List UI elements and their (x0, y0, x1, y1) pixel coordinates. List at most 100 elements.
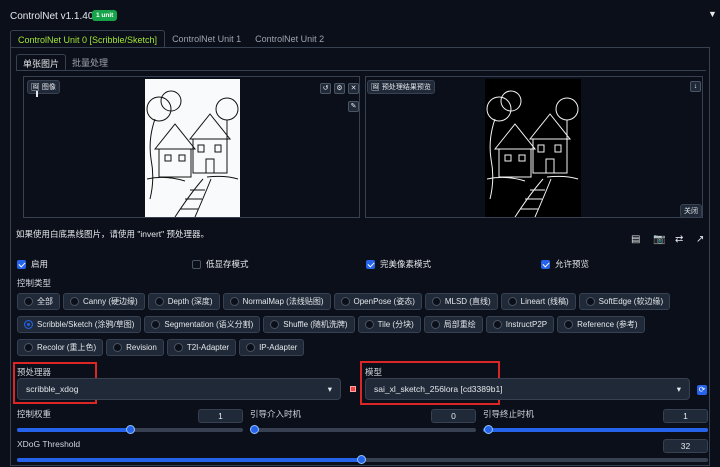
image-mode-tabs: 单张图片 批量处理 (16, 54, 114, 70)
guidance-start-input[interactable]: 0 (431, 409, 476, 423)
radio-t2i-adapter[interactable]: T2I-Adapter (166, 339, 237, 356)
radio-instructp2p[interactable]: InstructP2P (485, 316, 555, 333)
radio-softedge[interactable]: SoftEdge (软边缘) (578, 293, 671, 310)
radio-all[interactable]: 全部 (17, 293, 60, 310)
checkbox-checked[interactable] (17, 259, 26, 269)
xdog-threshold-input[interactable]: 32 (663, 439, 708, 453)
preprocessor-value: scribble_xdog (26, 384, 79, 394)
tab-unit-2[interactable]: ControlNet Unit 2 (248, 30, 331, 48)
radio-ip-adapter[interactable]: IP-Adapter (239, 339, 305, 356)
radio-dot[interactable] (113, 343, 123, 352)
radio-dot[interactable] (151, 320, 161, 329)
radio-dot[interactable] (24, 343, 33, 352)
brush-icon[interactable]: ✎ (348, 101, 359, 112)
controlnet-title: ControlNet v1.1.406 (10, 11, 99, 22)
radio-dot[interactable] (564, 320, 574, 329)
xdog-threshold-handle[interactable] (357, 455, 366, 464)
arrow-icon[interactable]: ↗ (696, 234, 704, 245)
preview-image-area: 🖼 预处理结果预览 ↓ 关闭 (365, 76, 703, 218)
radio-dot-selected[interactable] (24, 320, 33, 329)
explosion-icon[interactable] (350, 386, 356, 392)
radio-dot[interactable] (364, 320, 374, 329)
checkbox-unchecked[interactable] (192, 259, 201, 269)
image-label-tag: 🖼 图像 (27, 80, 60, 94)
radio-dot[interactable] (492, 320, 502, 329)
image-icon: 🖼 (31, 84, 40, 91)
download-icon[interactable]: ↓ (690, 81, 701, 92)
enable-checkbox[interactable]: 启用 (17, 258, 48, 270)
radio-recolor[interactable]: Recolor (重上色) (17, 339, 104, 356)
camera-icon[interactable]: 📷 (653, 234, 665, 245)
model-label: 模型 (365, 367, 383, 377)
radio-dot[interactable] (154, 297, 164, 306)
weight-slider-fill (17, 428, 130, 432)
radio-canny[interactable]: Canny (硬边缘) (63, 293, 145, 310)
radio-dot[interactable] (173, 343, 183, 352)
guidance-end-handle[interactable] (484, 425, 493, 434)
radio-dot[interactable] (229, 297, 239, 306)
pixel-perfect-checkbox[interactable]: 完美像素模式 (366, 258, 431, 270)
preprocessor-label: 预处理器 (17, 367, 52, 377)
xdog-threshold-fill (17, 458, 363, 462)
guidance-end-input[interactable]: 1 (663, 409, 708, 423)
allow-preview-checkbox[interactable]: 允许预览 (541, 258, 589, 270)
preprocessed-preview-image (485, 79, 581, 218)
swap-icon[interactable]: ⇄ (675, 234, 683, 245)
radio-normalmap[interactable]: NormalMap (法线贴图) (222, 293, 331, 310)
refresh-icon[interactable]: ⟳ (697, 385, 707, 395)
radio-revision[interactable]: Revision (106, 339, 164, 356)
guidance-end-slider[interactable] (483, 428, 708, 432)
unit-count-badge: 1 unit (92, 10, 118, 21)
radio-depth[interactable]: Depth (深度) (147, 293, 220, 310)
subtab-divider (16, 70, 706, 71)
guidance-start-label: 引导介入时机 (250, 409, 302, 419)
tab-unit-0[interactable]: ControlNet Unit 0 [Scribble/Sketch] (10, 30, 166, 48)
radio-dot[interactable] (270, 320, 280, 329)
radio-dot[interactable] (340, 297, 350, 306)
radio-mlsd[interactable]: MLSD (直线) (424, 293, 498, 310)
preprocessor-dropdown[interactable]: scribble_xdog ▾ (17, 378, 341, 400)
radio-dot[interactable] (70, 297, 79, 306)
weight-input[interactable]: 1 (198, 409, 243, 423)
guidance-start-slider[interactable] (250, 428, 476, 432)
radio-segmentation[interactable]: Segmentation (语义分割) (144, 316, 261, 333)
close-preview-button[interactable]: 关闭 (680, 204, 702, 218)
unit-tabs: ControlNet Unit 0 [Scribble/Sketch] Cont… (10, 30, 331, 48)
radio-inpaint[interactable]: 局部重绘 (423, 316, 483, 333)
model-dropdown[interactable]: sai_xl_sketch_256lora [cd3389b1] ▾ (365, 378, 690, 400)
radio-dot[interactable] (507, 297, 517, 306)
control-type-row-3: Recolor (重上色) Revision T2I-Adapter IP-Ad… (17, 339, 305, 356)
weight-label: 控制权重 (17, 409, 52, 419)
radio-dot[interactable] (431, 297, 441, 306)
tab-single-image[interactable]: 单张图片 (16, 54, 67, 70)
xdog-threshold-label: XDoG Threshold (17, 439, 81, 449)
input-image-area[interactable]: 🖼 图像 ↺ ⚙ ✕ ✎ (23, 76, 360, 218)
upload-icon[interactable]: ▤ (631, 234, 640, 245)
radio-reference[interactable]: Reference (参考) (557, 316, 645, 333)
checkbox-checked[interactable] (366, 259, 375, 269)
dropdown-caret-icon: ▾ (327, 383, 332, 394)
radio-dot[interactable] (246, 343, 256, 352)
guidance-end-label: 引导终止时机 (483, 409, 535, 419)
weight-slider-handle[interactable] (126, 425, 135, 434)
control-type-row-2: Scribble/Sketch (涂鸦/草图) Segmentation (语义… (17, 316, 645, 333)
close-icon[interactable]: ✕ (348, 83, 359, 94)
dropdown-caret-icon: ▾ (676, 383, 681, 394)
tab-unit-1[interactable]: ControlNet Unit 1 (165, 30, 248, 48)
radio-openpose[interactable]: OpenPose (姿态) (333, 293, 422, 310)
low-vram-checkbox[interactable]: 低显存模式 (192, 258, 249, 270)
radio-dot[interactable] (585, 297, 595, 306)
radio-shuffle[interactable]: Shuffle (随机洗牌) (263, 316, 355, 333)
radio-lineart[interactable]: Lineart (线稿) (500, 293, 576, 310)
radio-dot[interactable] (24, 297, 33, 306)
radio-scribble[interactable]: Scribble/Sketch (涂鸦/草图) (17, 316, 142, 333)
checkbox-checked[interactable] (541, 259, 550, 269)
tab-batch[interactable]: 批量处理 (66, 54, 114, 70)
collapse-triangle-icon[interactable]: ▼ (708, 9, 717, 19)
preview-label-tag: 🖼 预处理结果预览 (367, 80, 435, 94)
guidance-start-handle[interactable] (250, 425, 259, 434)
undo-icon[interactable]: ↺ (320, 83, 331, 94)
radio-dot[interactable] (430, 320, 440, 329)
settings-icon[interactable]: ⚙ (334, 83, 345, 94)
radio-tile[interactable]: Tile (分块) (357, 316, 421, 333)
